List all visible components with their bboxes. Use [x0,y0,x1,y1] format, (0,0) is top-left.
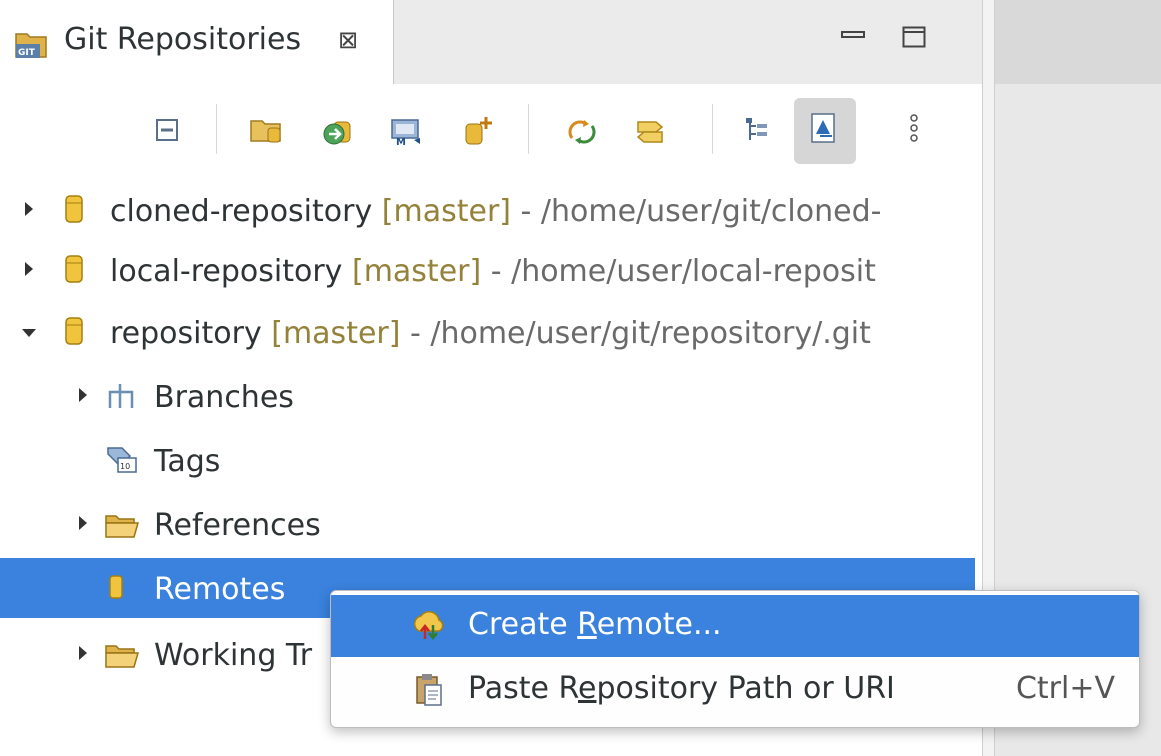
repository-icon [65,317,83,345]
expand-arrow-icon[interactable] [76,644,90,662]
branches-icon [108,384,134,408]
toolbar-separator [712,104,713,154]
maximize-button[interactable] [902,26,926,48]
paste-icon [416,674,442,706]
tags-icon: 10 [107,447,137,473]
repository-path: - /home/user/git/cloned- [510,194,882,229]
link-with-selection-icon [636,121,664,143]
tree-item-label: Tags [154,444,221,479]
clone-repository-icon [323,121,351,145]
svg-text:10: 10 [120,462,130,471]
repository-icon [65,195,83,223]
repository-name: repository [110,316,262,351]
create-remote-icon [413,611,444,641]
create-repository-icon [465,117,492,145]
expand-arrow-icon[interactable] [22,200,36,218]
tree-item-label: References [154,508,321,543]
import-projects-icon: M [391,119,420,146]
repository-path: - /home/user/local-reposit [481,254,876,289]
hierarchy-icon [746,118,767,140]
collapse-all-button[interactable] [143,100,191,164]
collapse-arrow-icon[interactable] [20,326,38,340]
toolbar-separator [216,104,217,154]
clone-repository-button[interactable] [312,100,360,164]
git-repositories-tab[interactable]: GIT Git Repositories ⊠ [0,0,394,84]
repository-name: local-repository [110,254,343,289]
git-repositories-view-icon: GIT [14,28,48,64]
vertical-dots-icon [910,114,918,142]
tree-row-local-repository[interactable]: local-repository [master] - /home/user/l… [0,240,975,300]
repository-name: cloned-repository [110,194,373,229]
svg-text:M: M [396,137,406,146]
minimize-button[interactable] [840,20,866,50]
svg-text:GIT: GIT [18,48,36,58]
hierarchical-branch-layout-button[interactable] [734,100,782,164]
collapse-all-icon [156,119,178,141]
compact-view-icon [811,113,835,143]
minimize-icon [841,31,865,38]
add-repository-icon [250,120,281,143]
tree-row-cloned-repository[interactable]: cloned-repository [master] - /home/user/… [0,180,975,240]
paste-repository-path-menu-item[interactable]: Paste Repository Path or URI Ctrl+V [331,659,1139,721]
tree-row-tags[interactable]: 10 Tags [0,430,975,490]
create-remote-menu-item[interactable]: Create Remote... [331,595,1139,657]
menu-item-shortcut: Ctrl+V [1015,671,1115,706]
tree-item-label: Working Tr [154,638,313,673]
expand-arrow-icon[interactable] [76,514,90,532]
tree-item-label: Branches [154,380,294,415]
add-existing-repository-button[interactable] [240,100,288,164]
maximize-icon [902,26,926,48]
import-projects-button[interactable]: M [380,100,428,164]
create-repository-button[interactable] [452,100,500,164]
menu-item-label: Paste Repository Path or URI [468,671,895,706]
repository-icon [65,255,83,283]
tree-row-branches[interactable]: Branches [0,366,975,426]
expand-arrow-icon[interactable] [22,260,36,278]
link-with-selection-button[interactable] [624,100,672,164]
refresh-icon [568,120,596,144]
refresh-button[interactable] [556,100,604,164]
branch-label: [master] [271,316,401,351]
compact-view-button[interactable] [794,98,856,164]
menu-item-label: Create Remote... [468,607,722,642]
branch-label: [master] [351,254,482,289]
repository-path: - /home/user/git/repository/.git [400,316,871,351]
context-menu: Create Remote... Paste Repository Path o… [330,590,1140,728]
tree-item-label: Remotes [154,572,286,607]
tree-row-repository[interactable]: repository [master] - /home/user/git/rep… [0,302,975,362]
view-menu-button[interactable] [896,100,944,164]
folder-icon [105,515,139,538]
folder-icon [105,645,139,668]
view-title: Git Repositories [64,22,302,57]
close-view-icon[interactable]: ⊠ [338,26,358,54]
tree-row-references[interactable]: References [0,494,975,554]
expand-arrow-icon[interactable] [76,386,90,404]
remote-icon [109,575,123,599]
toolbar-separator [528,104,529,154]
branch-label: [master] [381,194,511,229]
